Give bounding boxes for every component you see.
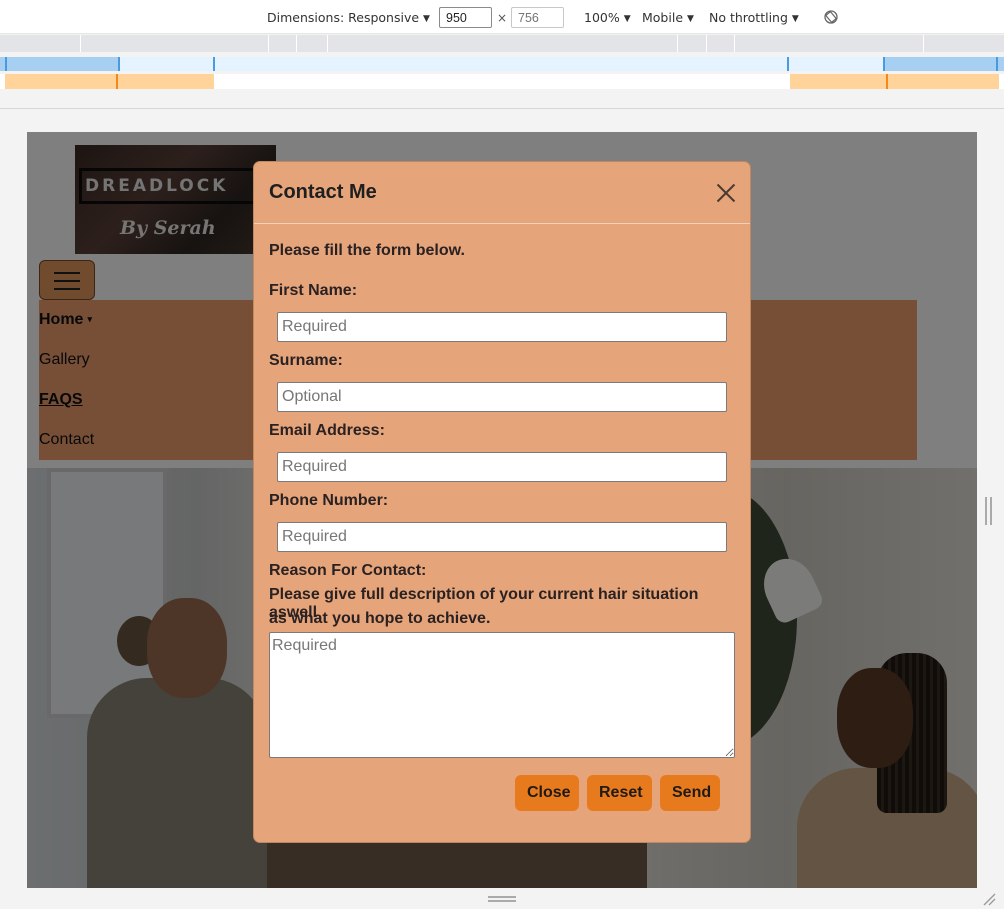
media-query-ruler — [0, 35, 1004, 52]
chevron-down-icon: ▼ — [687, 14, 694, 24]
email-field[interactable] — [277, 452, 727, 482]
reason-textarea[interactable] — [269, 632, 735, 758]
device-viewport: DREADLOCK By Serah Home▾ Gallery FAQS Co… — [27, 132, 977, 888]
chevron-down-icon: ▼ — [623, 14, 631, 24]
chevron-down-icon: ▼ — [423, 14, 430, 24]
close-icon[interactable] — [715, 182, 737, 204]
throttling-dropdown[interactable]: No throttling ▼ — [709, 10, 799, 25]
contact-modal: Contact Me Please fill the form below. F… — [253, 161, 751, 843]
phone-field[interactable] — [277, 522, 727, 552]
reason-label: Reason For Contact: — [269, 562, 427, 579]
send-button[interactable]: Send — [660, 775, 720, 811]
device-dropdown[interactable]: Mobile ▼ — [642, 10, 694, 25]
width-input[interactable] — [439, 7, 492, 28]
device-label: Mobile — [642, 10, 684, 25]
modal-header: Contact Me — [254, 162, 750, 224]
dimensions-label: Dimensions: Responsive — [267, 10, 420, 25]
throttling-label: No throttling — [709, 10, 788, 25]
surname-label: Surname: — [269, 352, 343, 369]
chevron-down-icon: ▼ — [791, 14, 799, 24]
rotate-icon[interactable] — [823, 9, 839, 25]
devtools-toolbar: Dimensions: Responsive▼ × 100%▼ Mobile▼ … — [0, 0, 1004, 34]
max-width-media-bar[interactable] — [0, 57, 1004, 71]
email-label: Email Address: — [269, 422, 385, 439]
form-intro: Please fill the form below. — [269, 242, 465, 259]
dimensions-dropdown[interactable]: Dimensions: Responsive ▼ — [267, 10, 430, 25]
phone-label: Phone Number: — [269, 492, 389, 509]
close-button[interactable]: Close — [515, 775, 579, 811]
reason-help-text: as what you hope to achieve. — [269, 610, 491, 627]
zoom-dropdown[interactable]: 100% ▼ — [584, 10, 631, 25]
resize-handle-right[interactable] — [985, 497, 992, 525]
times-separator: × — [497, 11, 508, 25]
min-width-media-bar[interactable] — [0, 74, 1004, 89]
first-name-label: First Name: — [269, 282, 358, 299]
surname-field[interactable] — [277, 382, 727, 412]
resize-handle-bottom[interactable] — [488, 896, 516, 902]
first-name-field[interactable] — [277, 312, 727, 342]
resize-corner-icon[interactable] — [982, 892, 996, 906]
reset-button[interactable]: Reset — [587, 775, 652, 811]
modal-title: Contact Me — [269, 181, 377, 203]
divider — [0, 108, 1004, 109]
zoom-label: 100% — [584, 10, 620, 25]
height-input[interactable] — [511, 7, 564, 28]
